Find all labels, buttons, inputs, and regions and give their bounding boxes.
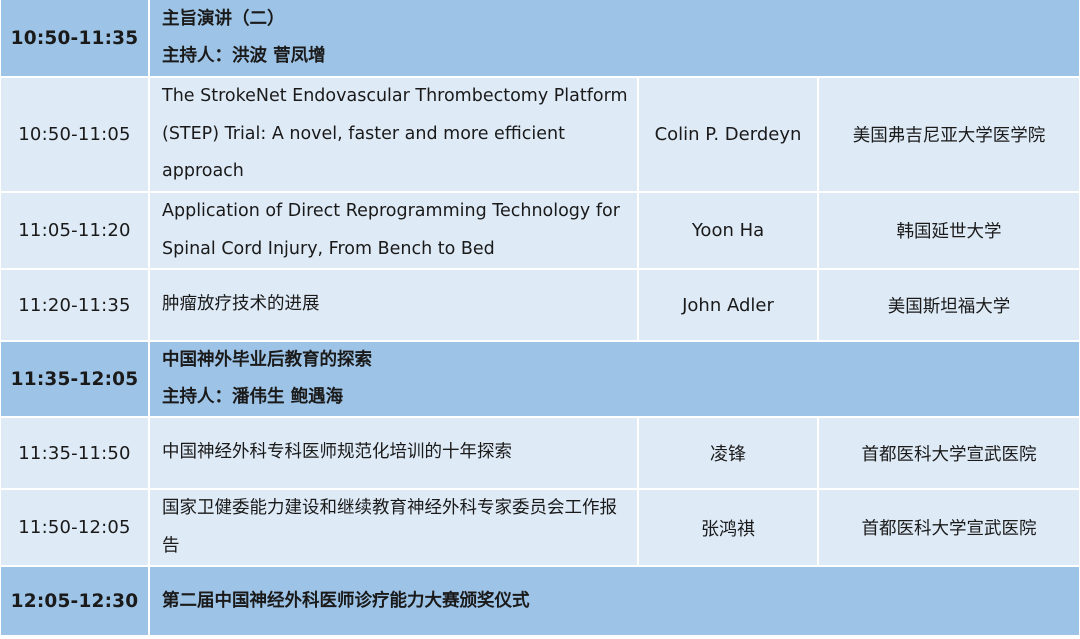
talk-time: 11:50-12:05: [1, 490, 150, 565]
talk-row: 11:05-11:20 Application of Direct Reprog…: [1, 193, 1079, 270]
talk-institution: 首都医科大学宣武医院: [861, 444, 1037, 465]
talk-row: 11:20-11:35 肿瘤放疗技术的进展 John Adler 美国斯坦福大学: [1, 270, 1079, 342]
talk-title: 中国神经外科专科医师规范化培训的十年探索: [150, 418, 639, 488]
talk-time: 11:35-11:50: [1, 418, 150, 488]
talk-title: The StrokeNet Endovascular Thrombectomy …: [150, 78, 639, 191]
session-host: 主持人：洪波 菅凤增: [162, 46, 326, 66]
talk-title: 国家卫健委能力建设和继续教育神经外科专家委员会工作报告: [150, 490, 639, 565]
talk-speaker: Yoon Ha: [639, 193, 819, 268]
talk-institution: 韩国延世大学: [896, 222, 1002, 242]
talk-time: 11:20-11:35: [1, 270, 150, 340]
session-host: 主持人：潘伟生 鲍遇海: [162, 387, 344, 407]
session-header-row: 11:35-12:05 中国神外毕业后教育的探索 主持人：潘伟生 鲍遇海: [1, 342, 1079, 418]
talk-time: 11:05-11:20: [1, 193, 150, 268]
session-info: 中国神外毕业后教育的探索 主持人：潘伟生 鲍遇海: [150, 342, 1079, 416]
session-header-row: 12:05-12:30 第二届中国神经外科医师诊疗能力大赛颁奖仪式: [1, 567, 1079, 637]
talk-row: 11:35-11:50 中国神经外科专科医师规范化培训的十年探索 凌锋 首都医科…: [1, 418, 1079, 490]
conference-schedule-table: 10:50-11:35 主旨演讲（二） 主持人：洪波 菅凤增 10:50-11:…: [1, 0, 1079, 637]
talk-institution: 美国斯坦福大学: [887, 296, 1011, 317]
talk-title: Application of Direct Reprogramming Tech…: [150, 193, 639, 268]
session-title: 主旨演讲（二）: [162, 9, 285, 29]
talk-time: 10:50-11:05: [1, 78, 150, 191]
talk-speaker: 凌锋: [639, 418, 819, 488]
talk-row: 10:50-11:05 The StrokeNet Endovascular T…: [1, 78, 1079, 193]
session-title: 中国神外毕业后教育的探索: [162, 350, 372, 370]
talk-speaker: John Adler: [639, 270, 819, 340]
talk-row: 11:50-12:05 国家卫健委能力建设和继续教育神经外科专家委员会工作报告 …: [1, 490, 1079, 567]
session-header-row: 10:50-11:35 主旨演讲（二） 主持人：洪波 菅凤增: [1, 0, 1079, 78]
talk-institution: 美国弗吉尼亚大学医学院: [852, 126, 1046, 146]
talk-speaker: Colin P. Derdeyn: [639, 78, 819, 191]
session-info: 第二届中国神经外科医师诊疗能力大赛颁奖仪式: [150, 567, 1079, 635]
talk-title: 肿瘤放疗技术的进展: [150, 270, 639, 340]
talk-institution: 首都医科大学宣武医院: [861, 519, 1037, 539]
session-time: 11:35-12:05: [1, 342, 150, 416]
session-time: 12:05-12:30: [1, 567, 150, 635]
session-time: 10:50-11:35: [1, 0, 150, 76]
talk-speaker: 张鸿祺: [639, 490, 819, 565]
session-info: 主旨演讲（二） 主持人：洪波 菅凤增: [150, 0, 1079, 76]
session-title: 第二届中国神经外科医师诊疗能力大赛颁奖仪式: [162, 590, 530, 611]
